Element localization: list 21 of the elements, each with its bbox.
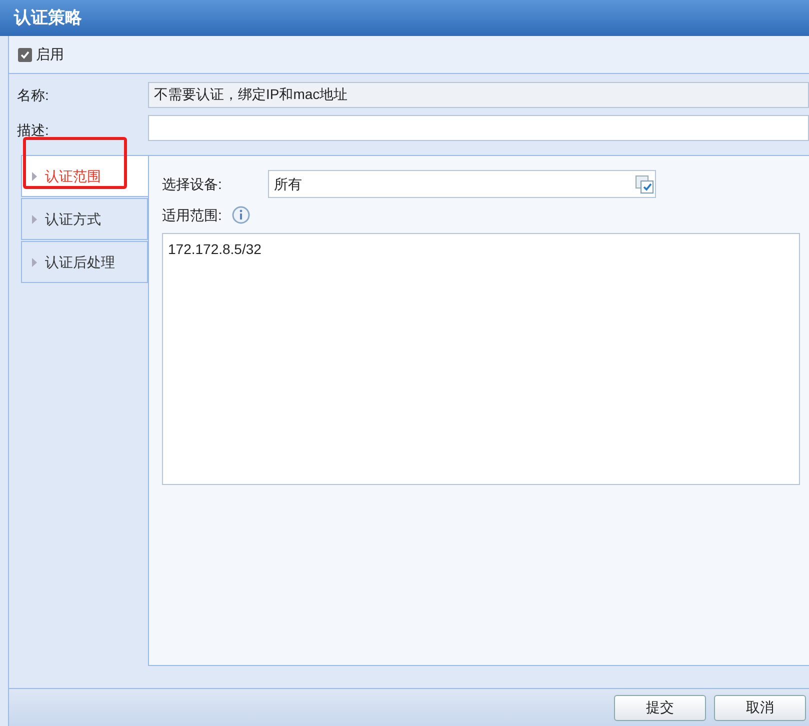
- dialog-button[interactable]: 取消: [714, 694, 806, 720]
- input-field[interactable]: 不需要认证，绑定IP和mac地址: [148, 82, 809, 108]
- chevron-icon: [32, 214, 37, 224]
- nav-tab[interactable]: 认证后处理: [21, 241, 148, 283]
- field-label: 名称:: [16, 86, 50, 104]
- field-label: 选择设备:: [162, 174, 223, 194]
- text-area[interactable]: 172.172.8.5/32: [162, 233, 800, 485]
- select-field[interactable]: 所有: [268, 170, 656, 198]
- field-label: 描述:: [16, 120, 50, 140]
- field-label: 适用范围:: [162, 206, 222, 224]
- window-title: 认证策略: [14, 7, 82, 30]
- dialog-button[interactable]: 提交: [614, 694, 706, 720]
- nav-tab[interactable]: 认证方式: [21, 198, 148, 240]
- nav-tab[interactable]: 认证范围: [21, 155, 148, 197]
- input-field[interactable]: [148, 115, 809, 141]
- chevron-icon: [32, 172, 37, 180]
- checkbox[interactable]: [18, 48, 32, 62]
- chevron-icon: [32, 258, 37, 266]
- info-icon[interactable]: [232, 206, 250, 224]
- checkbox-label: 启用: [36, 45, 64, 64]
- picker-icon[interactable]: [635, 173, 655, 195]
